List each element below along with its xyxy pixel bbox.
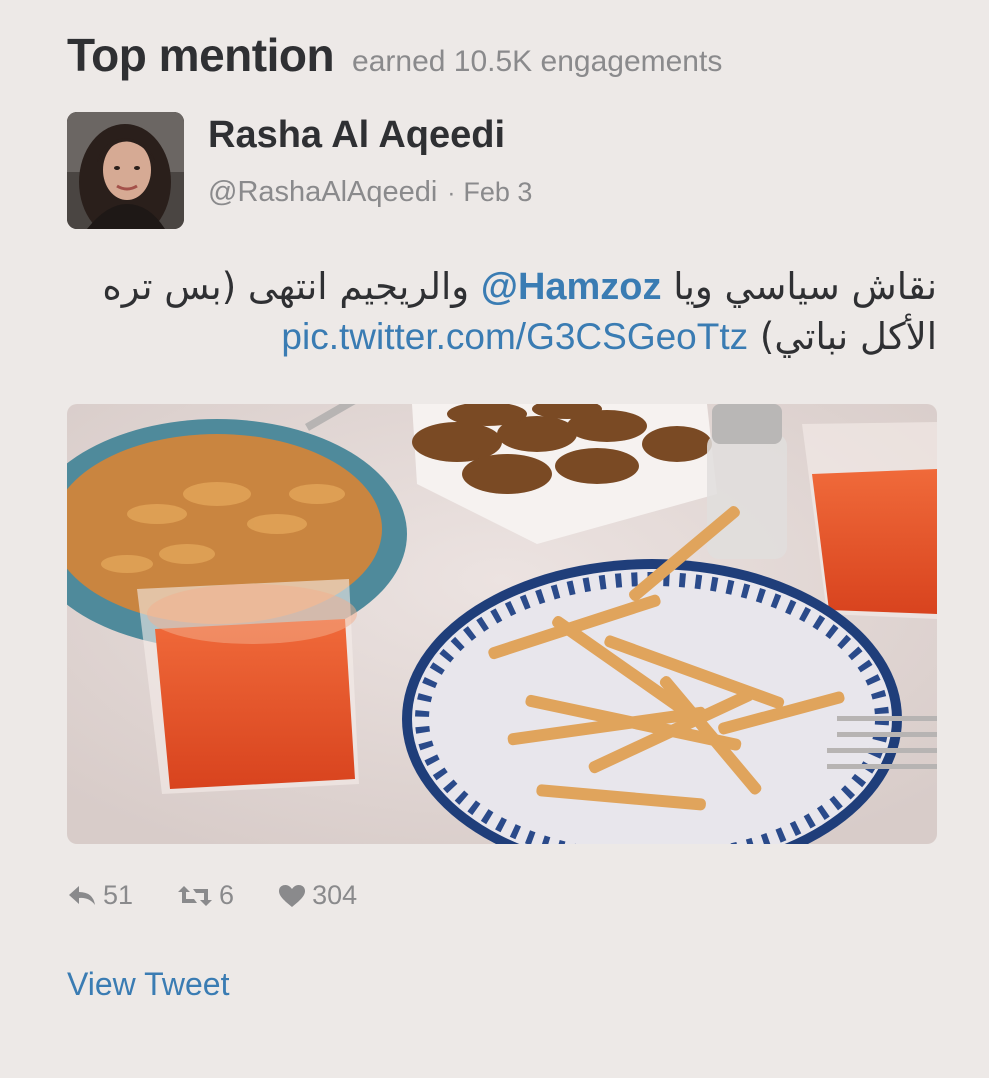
retweet-count: 6 [219,880,235,910]
like-button[interactable]: 304 [278,880,357,911]
top-mention-card: Top mention earned 10.5K engagements Ras… [0,0,989,1078]
author-name[interactable]: Rasha Al Aqeedi [208,114,505,157]
reply-icon [69,885,95,905]
like-count: 304 [312,880,358,910]
tweet-text-part-1: نقاش سياسي ويا [661,265,937,308]
reply-count: 51 [103,880,134,910]
card-heading: Top mention earned 10.5K engagements [67,28,722,82]
tweet-actions: 51 6 304 [67,880,401,911]
retweet-button[interactable]: 6 [177,880,234,911]
tweet-date[interactable]: Feb 3 [463,177,532,208]
pic-link[interactable]: pic.twitter.com/G3CSGeoTtz [281,316,748,357]
food-photo-image [67,404,937,844]
meta-separator: · [447,180,456,207]
author-meta: @RashaAlAqeedi · Feb 3 [208,176,532,209]
reply-button[interactable]: 51 [67,880,133,911]
avatar[interactable] [67,112,184,229]
tweet-photo[interactable] [67,404,937,844]
heart-icon [279,884,306,907]
tweet-text: نقاش سياسي ويا @Hamzoz والريجيم انتهى (ب… [57,262,937,362]
retweet-icon [178,885,213,906]
author-handle[interactable]: @RashaAlAqeedi [208,176,437,209]
avatar-image [67,112,184,229]
heading-subtitle: earned 10.5K engagements [352,45,723,78]
view-tweet-link[interactable]: View Tweet [67,966,229,1003]
mention-link[interactable]: @Hamzoz [481,266,662,308]
heading-title: Top mention [67,29,335,81]
